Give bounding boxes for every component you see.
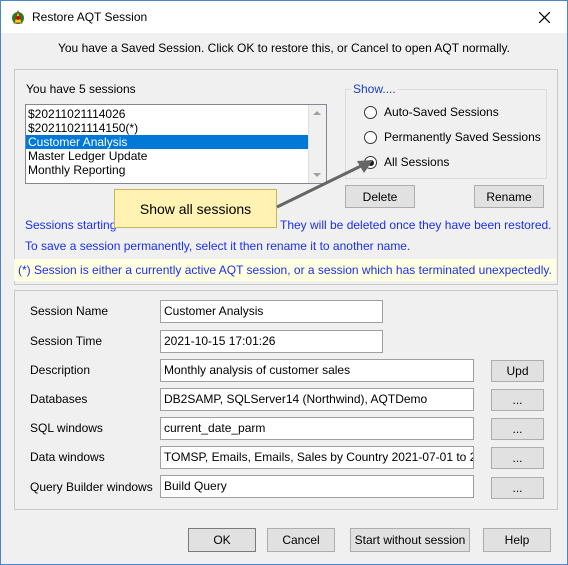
session-name-label: Session Name <box>30 304 109 318</box>
show-legend: Show.... <box>351 82 398 96</box>
start-without-session-button[interactable]: Start without session <box>350 528 470 552</box>
radio-button-icon[interactable] <box>364 131 377 144</box>
aqt-app-icon <box>12 9 24 24</box>
query-builder-windows-label: Query Builder windows <box>30 480 153 494</box>
restore-session-dialog: Restore AQT Session You have a Saved Ses… <box>0 0 568 565</box>
session-time-label: Session Time <box>30 334 103 348</box>
help-button[interactable]: Help <box>483 528 551 552</box>
sessions-count-label: You have 5 sessions <box>26 82 136 96</box>
sql-windows-label: SQL windows <box>30 421 103 435</box>
sql-windows-browse-button[interactable]: ... <box>491 418 544 440</box>
sql-windows-field[interactable]: current_date_parm <box>160 417 474 440</box>
radio-button-icon[interactable] <box>364 106 377 119</box>
title-bar[interactable]: Restore AQT Session <box>1 1 567 33</box>
ok-button[interactable]: OK <box>188 528 256 552</box>
query-builder-browse-button[interactable]: ... <box>491 477 544 499</box>
info-line2: To save a session permanently, select it… <box>25 239 411 253</box>
update-description-button[interactable]: Upd <box>491 360 544 382</box>
close-button[interactable] <box>521 1 567 33</box>
data-windows-field[interactable]: TOMSP, Emails, Emails, Sales by Country … <box>160 446 474 469</box>
scroll-up-icon[interactable] <box>313 111 321 115</box>
info-line1-right: They will be deleted once they have been… <box>280 218 552 232</box>
session-note-bar: (*) Session is either a currently active… <box>14 259 556 281</box>
intro-text: You have a Saved Session. Click OK to re… <box>57 41 510 55</box>
data-windows-browse-button[interactable]: ... <box>491 447 544 469</box>
databases-field[interactable]: DB2SAMP, SQLServer14 (Northwind), AQTDem… <box>160 388 474 411</box>
session-list-item[interactable]: $20211021114026 <box>26 107 308 121</box>
radio-label: Auto-Saved Sessions <box>384 105 499 119</box>
info-line1-left: Sessions starting <box>25 218 117 232</box>
query-builder-windows-field[interactable]: Build Query <box>160 475 474 498</box>
session-list-item[interactable]: Customer Analysis <box>26 135 308 149</box>
databases-browse-button[interactable]: ... <box>491 389 544 411</box>
session-time-field[interactable]: 2021-10-15 17:01:26 <box>160 330 383 353</box>
description-field[interactable]: Monthly analysis of customer sales <box>160 359 474 382</box>
callout-arrow-icon <box>276 160 373 209</box>
session-list-item[interactable]: Master Ledger Update <box>26 149 308 163</box>
window-title: Restore AQT Session <box>32 10 148 24</box>
close-icon <box>538 11 550 23</box>
databases-label: Databases <box>30 392 88 406</box>
radio-label: Permanently Saved Sessions <box>384 130 541 144</box>
cancel-button[interactable]: Cancel <box>267 528 335 552</box>
radio-label: All Sessions <box>384 155 450 169</box>
data-windows-label: Data windows <box>30 450 105 464</box>
session-name-field[interactable]: Customer Analysis <box>160 300 383 323</box>
session-list-item[interactable]: Monthly Reporting <box>26 163 308 177</box>
description-label: Description <box>30 363 91 377</box>
callout-tooltip: Show all sessions <box>114 189 277 228</box>
rename-button[interactable]: Rename <box>474 185 544 208</box>
session-list-item[interactable]: $20211021114150(*) <box>26 121 308 135</box>
